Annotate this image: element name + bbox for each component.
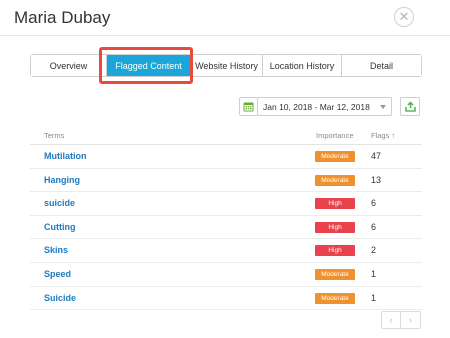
prev-page-button[interactable]: ‹ (382, 312, 402, 328)
importance-badge: High (315, 245, 355, 257)
term-link[interactable]: Skins (44, 245, 68, 255)
table-row: Speed Moderate 1 (30, 263, 422, 287)
flag-count: 1 (371, 268, 377, 279)
importance-badge: Moderate (315, 292, 355, 304)
tab-overview[interactable]: Overview (31, 55, 107, 76)
flag-count: 1 (371, 292, 377, 303)
importance-badge: Moderate (315, 268, 355, 280)
chevron-left-icon: ‹ (389, 315, 393, 325)
tab-flagged-content[interactable]: Flagged Content (107, 55, 191, 76)
column-header-importance[interactable]: Importance (316, 131, 354, 140)
table-row: Mutilation Moderate 47 (30, 145, 422, 169)
pagination: ‹ › (381, 311, 421, 329)
calendar-icon (243, 102, 254, 112)
term-link[interactable]: Cutting (44, 222, 76, 232)
tab-website-history[interactable]: Website History (191, 55, 263, 76)
flagged-terms-table: Terms Importance Flags ↑ Mutilation Mode… (30, 126, 422, 311)
term-link[interactable]: Suicide (44, 293, 76, 303)
importance-badge: High (315, 221, 355, 233)
flag-count: 2 (371, 245, 377, 256)
page-title: Maria Dubay (14, 8, 111, 27)
importance-badge: Moderate (315, 151, 355, 162)
term-link[interactable]: Mutilation (44, 151, 87, 161)
tab-location-history[interactable]: Location History (263, 55, 342, 76)
modal-header: Maria Dubay ✕ (0, 0, 450, 36)
date-range-select[interactable]: Jan 10, 2018 - Mar 12, 2018 (258, 97, 392, 116)
flag-count: 13 (371, 174, 382, 185)
table-header: Terms Importance Flags ↑ (30, 126, 422, 145)
table-row: Suicide Moderate 1 (30, 287, 422, 311)
column-header-flags[interactable]: Flags ↑ (371, 131, 395, 140)
tab-bar: Overview Flagged Content Website History… (30, 54, 422, 77)
chevron-down-icon (380, 105, 386, 109)
flag-count: 6 (371, 198, 377, 209)
table-row: Skins High 2 (30, 239, 422, 263)
date-range-value: Jan 10, 2018 - Mar 12, 2018 (263, 101, 370, 112)
term-link[interactable]: Speed (44, 269, 71, 279)
importance-badge: High (315, 198, 355, 210)
flag-count: 6 (371, 221, 377, 232)
column-header-terms[interactable]: Terms (44, 131, 64, 140)
table-row: Cutting High 6 (30, 216, 422, 240)
table-row: suicide High 6 (30, 192, 422, 216)
importance-badge: Moderate (315, 174, 355, 186)
table-row: Hanging Moderate 13 (30, 169, 422, 193)
export-button[interactable] (400, 97, 420, 116)
flag-count: 47 (371, 151, 382, 161)
close-button[interactable]: ✕ (394, 7, 414, 27)
term-link[interactable]: Hanging (44, 175, 80, 185)
chevron-right-icon: › (409, 315, 412, 325)
next-page-button[interactable]: › (401, 312, 420, 328)
term-link[interactable]: suicide (44, 198, 75, 208)
close-icon: ✕ (398, 9, 410, 24)
calendar-button[interactable] (239, 97, 258, 116)
export-icon (404, 101, 416, 112)
tab-detail[interactable]: Detail (342, 55, 421, 76)
